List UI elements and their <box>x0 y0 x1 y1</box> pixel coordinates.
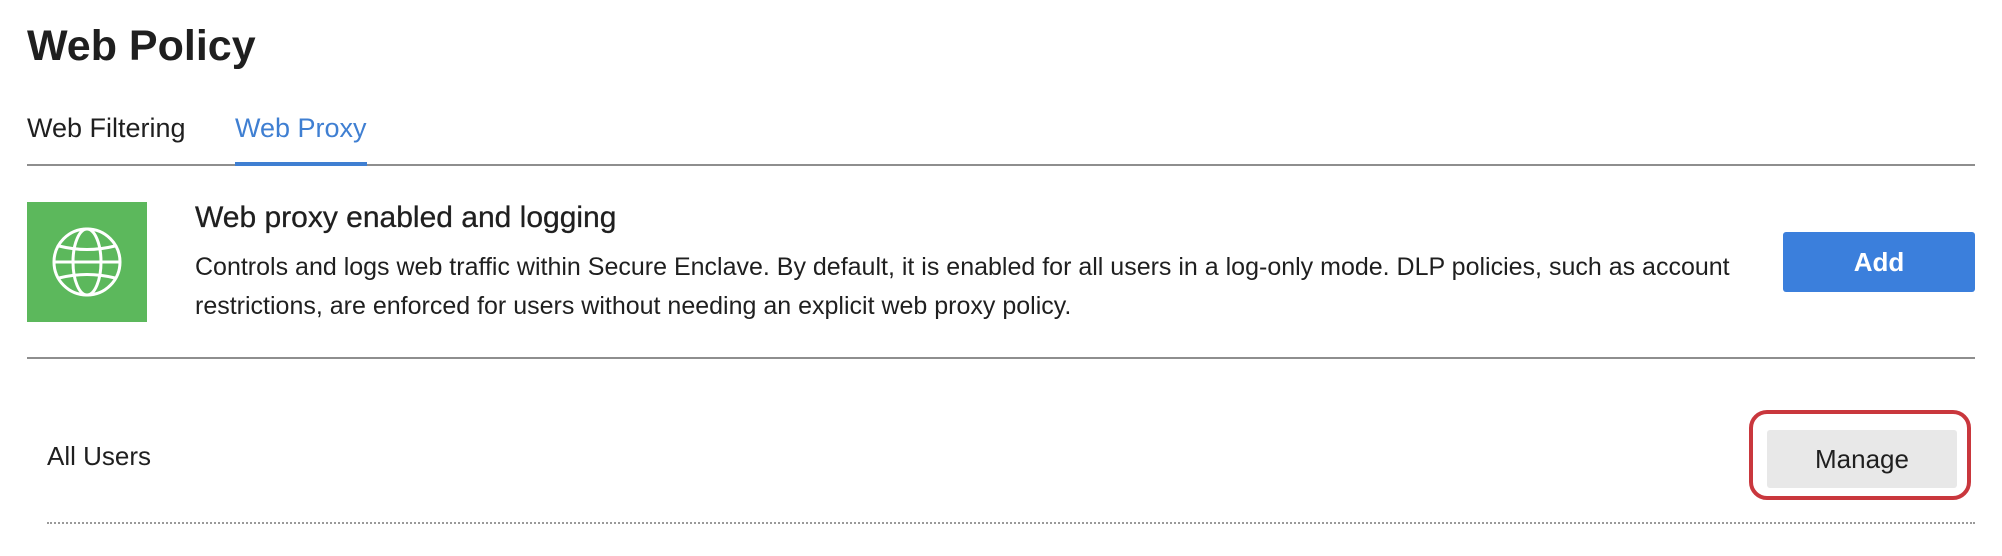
manage-highlight-outline: Manage <box>1749 410 1971 500</box>
info-title: Web proxy enabled and logging <box>195 201 617 234</box>
globe-icon <box>27 202 147 322</box>
user-group-label: All Users <box>47 441 152 471</box>
add-button[interactable]: Add <box>1783 232 1975 292</box>
info-description: Controls and logs web traffic within Sec… <box>195 253 1730 320</box>
tab-web-proxy[interactable]: Web Proxy <box>235 110 367 166</box>
web-proxy-info-panel: Web proxy enabled and logging Controls a… <box>27 166 1975 359</box>
tab-web-filtering[interactable]: Web Filtering <box>27 110 186 146</box>
page-title: Web Policy <box>27 22 256 70</box>
list-item: All Users Manage <box>47 410 1975 524</box>
manage-button[interactable]: Manage <box>1767 430 1957 488</box>
tab-bar: Web Filtering Web Proxy <box>27 98 1975 166</box>
